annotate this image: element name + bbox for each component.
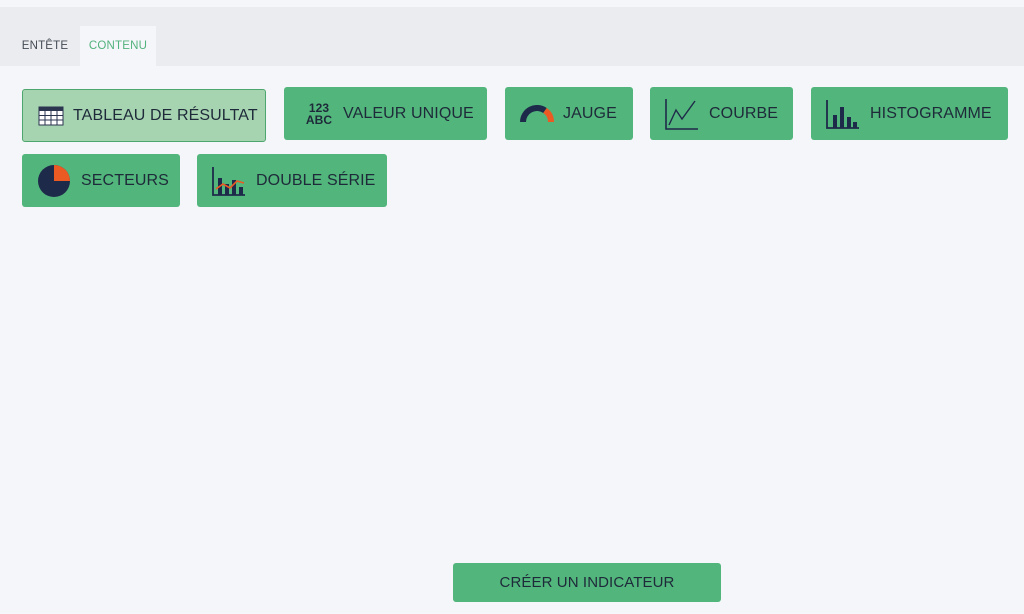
create-indicator-button[interactable]: CRÉER UN INDICATEUR [453,563,721,602]
type-curve-label: COURBE [709,104,779,122]
type-curve-button[interactable]: COURBE [650,87,793,140]
tab-contenu[interactable]: CONTENU [80,26,156,66]
type-gauge-button[interactable]: JAUGE [505,87,633,140]
table-grid-icon [37,106,65,126]
type-single-value-button[interactable]: 123 ABC VALEUR UNIQUE [284,87,487,140]
type-histogram-button[interactable]: HISTOGRAMME [811,87,1008,140]
icon-text-bottom: ABC [305,112,333,127]
bar-chart-icon [825,99,861,129]
line-chart-icon [664,98,700,130]
top-strip [0,0,1024,7]
pie-chart-icon [36,164,72,198]
number-text-icon: 123 ABC [304,102,334,126]
type-double-series-label: DOUBLE SÉRIE [256,171,376,189]
tab-contenu-label: CONTENU [88,40,148,52]
type-histogram-label: HISTOGRAMME [870,104,992,122]
content-panel: TABLEAU DE RÉSULTAT 123 ABC VALEUR UNIQU… [0,66,1024,614]
tab-bar: ENTÊTE CONTENU [0,7,1024,66]
combo-chart-icon [211,166,247,196]
icon-text-top: 123 [308,100,330,115]
create-indicator-label: CRÉER UN INDICATEUR [499,574,675,591]
type-double-series-button[interactable]: DOUBLE SÉRIE [197,154,387,207]
tab-entete-label: ENTÊTE [21,40,69,52]
type-table-button[interactable]: TABLEAU DE RÉSULTAT [22,89,266,142]
type-gauge-label: JAUGE [563,104,617,122]
type-sectors-button[interactable]: SECTEURS [22,154,180,207]
tab-entete[interactable]: ENTÊTE [14,26,76,66]
type-sectors-label: SECTEURS [81,171,169,189]
gauge-icon [519,104,555,123]
type-table-label: TABLEAU DE RÉSULTAT [73,106,258,124]
type-single-value-label: VALEUR UNIQUE [343,104,474,122]
